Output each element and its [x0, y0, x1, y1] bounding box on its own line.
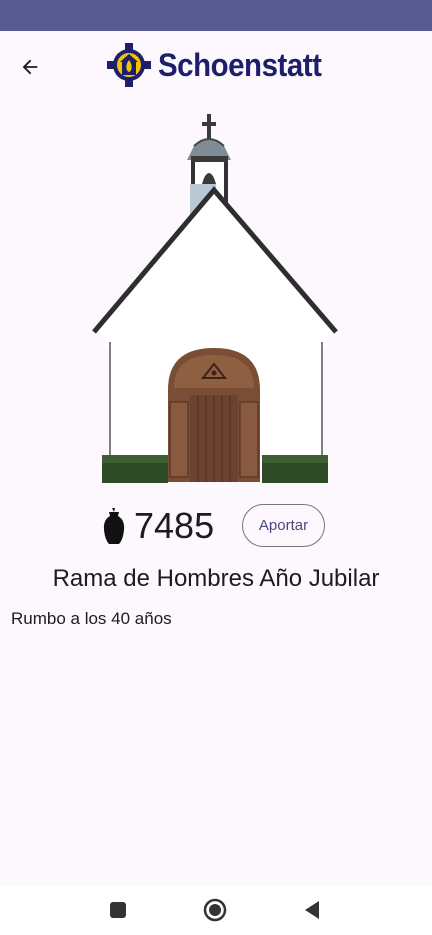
logo-text: Schoenstatt — [158, 46, 322, 83]
circle-icon — [203, 898, 227, 922]
campaign-title: Rama de Hombres Año Jubilar — [52, 565, 380, 592]
contribute-button[interactable]: Aportar — [242, 504, 325, 547]
back-button[interactable] — [14, 51, 46, 83]
arrow-left-icon — [22, 59, 38, 75]
home-button[interactable] — [203, 898, 227, 922]
app-bar: Schoenstatt — [0, 31, 432, 105]
schoenstatt-logo: Schoenstatt — [106, 42, 336, 88]
counter-value: 7485 — [134, 505, 215, 546]
status-bar — [0, 0, 432, 31]
system-nav-bar — [0, 885, 432, 935]
campaign-subtitle: Rumbo a los 40 años — [11, 609, 172, 628]
counter-row: 7485 Aportar — [0, 500, 432, 552]
recents-button[interactable] — [106, 898, 130, 922]
nav-back-button[interactable] — [300, 898, 324, 922]
shrine-illustration — [92, 114, 338, 483]
square-icon — [110, 902, 126, 918]
schoenstatt-emblem-icon — [107, 43, 151, 87]
vase-icon — [103, 508, 125, 544]
triangle-back-icon — [305, 901, 319, 919]
